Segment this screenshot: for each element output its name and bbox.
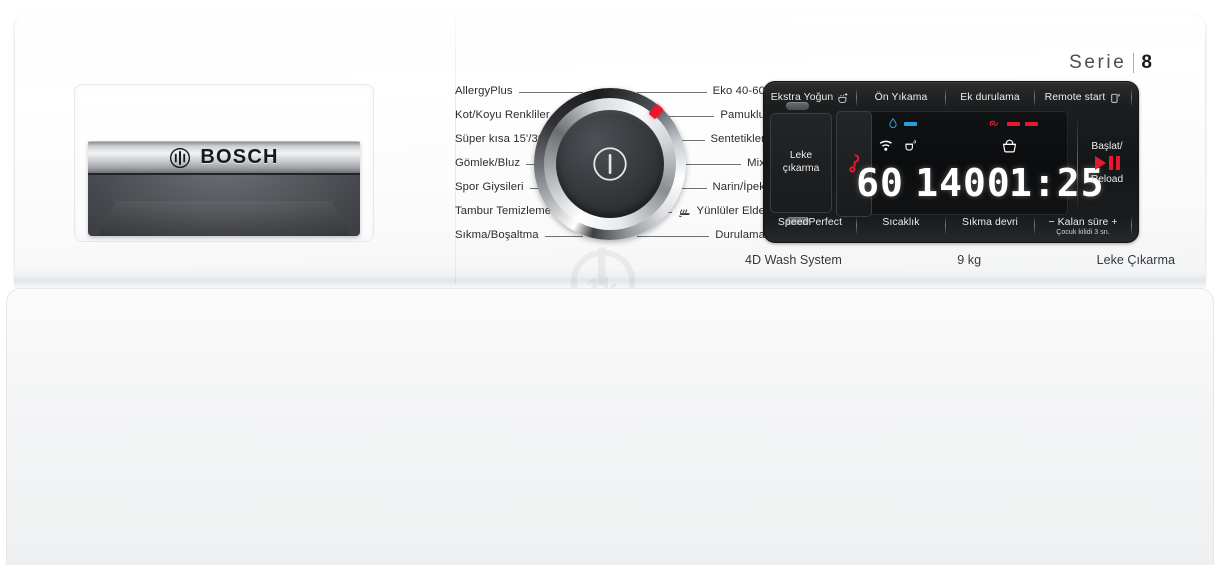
feature-capacity: 9 kg (957, 253, 982, 267)
series-badge: Serie 8 (1069, 52, 1152, 74)
drawer-front-face (88, 173, 360, 236)
feature-stain-removal: Leke Çıkarma (1096, 253, 1175, 267)
lcd-display: 60 1400 1:25 (836, 111, 1105, 217)
button-sikma-devri[interactable]: Sıkma devri (946, 217, 1034, 242)
program-label: Pamuklu (720, 109, 765, 122)
program-label: Yünlüler Elde (696, 205, 765, 218)
spin-indicator-group (989, 118, 1038, 129)
program-label: Gömlek/Bluz (455, 157, 521, 170)
pause-bar (1115, 156, 1120, 170)
play-triangle (1094, 156, 1106, 170)
option-buttons-bottom: SpeedPerfect Sıcaklık Sıkma devri − Kala… (764, 215, 1138, 240)
power-on-off-icon (593, 147, 627, 181)
series-divider (1133, 53, 1135, 73)
lcd-status-icons (877, 116, 1067, 160)
feature-captions: 4D Wash System 9 kg Leke Çıkarma (745, 250, 1175, 270)
remote-start-icon (1111, 92, 1121, 103)
display-temperature: 60 (856, 161, 904, 205)
spin-level-dash-1 (1007, 121, 1020, 126)
remote-hand-icon (905, 139, 917, 151)
button-label: Sıcaklık (882, 217, 920, 228)
indicator-pill-top (786, 102, 809, 110)
start-column-separator (1077, 120, 1078, 206)
button-leke-cikarma[interactable]: Leke çıkarma (770, 113, 832, 213)
button-label: SpeedPerfect (777, 217, 843, 228)
button-remote-start[interactable]: Remote start (1035, 85, 1131, 110)
button-ekstra-yogun[interactable]: Ekstra Yoğun (764, 85, 856, 110)
spin-swirl-icon (989, 120, 998, 127)
pause-bar (1108, 156, 1113, 170)
program-label: Narin/İpek (712, 181, 765, 194)
option-buttons-top: Ekstra Yoğun Ön Yıkama Ek durulama Remot… (764, 85, 1138, 110)
button-kalan-sure[interactable]: − Kalan süre + Çocuk kilidi 3 sn. (1035, 217, 1131, 242)
series-number: 8 (1141, 52, 1152, 73)
button-sicaklik[interactable]: Sıcaklık (857, 217, 945, 242)
button-label: − Kalan süre + (1048, 217, 1118, 228)
program-label: Sentetikler (710, 133, 765, 146)
option-separator (1131, 89, 1132, 106)
bosch-wordmark: BOSCH (200, 146, 279, 168)
button-label: Sıkma devri (962, 217, 1018, 228)
button-label: Leke çıkarma (783, 150, 820, 176)
bosch-roundel-icon (170, 147, 191, 168)
fascia-base-trim (14, 268, 1206, 288)
display-remaining-time: 1:25 (1009, 161, 1105, 205)
program-label: AllergyPlus (455, 85, 513, 98)
water-drop-icon (889, 118, 897, 129)
button-label-line2: çıkarma (782, 163, 820, 174)
start-label-top: Başlat/ (1091, 141, 1123, 152)
detergent-drawer[interactable]: BOSCH (88, 141, 360, 236)
temperature-indicator-group (889, 118, 917, 129)
play-pause-icon (1094, 156, 1120, 170)
series-label: Serie (1069, 52, 1127, 73)
washing-machine-front: BOSCH AllergyPlus Kot/Koyu Renkliler Süp… (0, 0, 1220, 565)
lcd-segment-values: 60 1400 1:25 (837, 158, 1105, 210)
start-label-bottom: Reload (1090, 174, 1124, 185)
intensive-plus-icon (838, 92, 848, 103)
spin-level-dash-2 (1025, 121, 1038, 126)
button-label: Ek durulama (960, 92, 1020, 103)
connectivity-icons (879, 138, 917, 152)
feature-4d-wash-system: 4D Wash System (745, 253, 842, 267)
program-label: Spor Giysileri (455, 181, 524, 194)
button-label: Ön Yıkama (874, 92, 928, 103)
laundry-basket-icon (1002, 139, 1017, 153)
button-label-line1: Leke (789, 150, 813, 162)
program-label: Süper kısa 15'/30' (455, 133, 547, 146)
machine-lower-body (6, 288, 1214, 565)
load-indicator (1001, 138, 1018, 153)
start-pause-button[interactable]: Başlat/ Reload (1077, 112, 1134, 214)
program-selector-knob[interactable] (534, 88, 686, 240)
option-separator (1131, 217, 1132, 234)
child-lock-hint: Çocuk kilidi 3 sn. (1056, 229, 1110, 236)
electronic-control-panel: Ekstra Yoğun Ön Yıkama Ek durulama Remot… (763, 81, 1139, 243)
program-label: Durulama (715, 229, 765, 242)
button-ek-durulama[interactable]: Ek durulama (946, 85, 1034, 110)
button-speedperfect[interactable]: SpeedPerfect (764, 217, 856, 242)
pause-bars (1108, 156, 1120, 170)
program-label: Sıkma/Boşaltma (455, 229, 539, 242)
drawer-handle[interactable]: BOSCH (88, 141, 360, 173)
temperature-level-dash (904, 121, 917, 126)
display-spin-speed: 1400 (915, 161, 1011, 205)
button-label: Remote start (1044, 92, 1106, 103)
button-on-yikama[interactable]: Ön Yıkama (857, 85, 945, 110)
program-label: Eko 40-60 (712, 85, 765, 98)
wifi-icon (879, 140, 892, 151)
knob-face[interactable] (556, 110, 664, 218)
